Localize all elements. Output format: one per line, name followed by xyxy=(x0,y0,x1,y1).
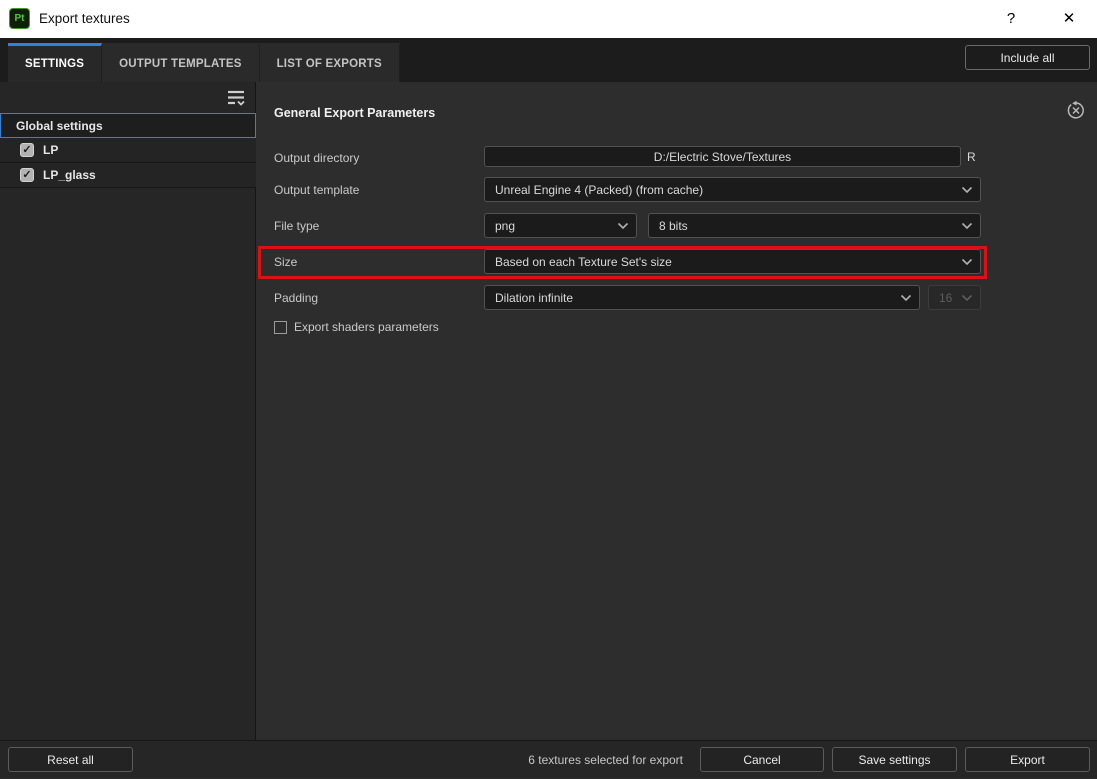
sidebar-item-label: Global settings xyxy=(16,118,103,133)
reset-all-button[interactable]: Reset all xyxy=(8,747,133,772)
chevron-down-icon xyxy=(617,222,629,229)
tabstrip: SETTINGS OUTPUT TEMPLATES LIST OF EXPORT… xyxy=(8,43,400,82)
texture-set-sidebar: Global settings ✓ LP ✓ LP_glass xyxy=(0,82,256,740)
app-icon: Pt xyxy=(9,8,30,29)
size-label: Size xyxy=(274,255,298,269)
output-template-label: Output template xyxy=(274,183,360,197)
tab-bar: SETTINGS OUTPUT TEMPLATES LIST OF EXPORT… xyxy=(0,38,1097,82)
sidebar-item-label: LP_glass xyxy=(43,168,96,182)
export-textures-dialog: Pt Export textures ? ✕ SETTINGS OUTPUT T… xyxy=(0,0,1097,778)
padding-dropdown[interactable]: Dilation infinite xyxy=(484,285,920,310)
output-directory-label: Output directory xyxy=(274,151,360,165)
chevron-down-icon xyxy=(961,258,973,265)
save-settings-button[interactable]: Save settings xyxy=(832,747,957,772)
window-title: Export textures xyxy=(39,11,130,26)
titlebar: Pt Export textures ? ✕ xyxy=(0,0,1097,38)
sidebar-item-global-settings[interactable]: Global settings xyxy=(0,113,256,138)
chevron-down-icon xyxy=(961,186,973,193)
section-title: General Export Parameters xyxy=(274,106,436,120)
lp-glass-checkbox[interactable]: ✓ xyxy=(20,168,34,182)
sidebar-item-label: LP xyxy=(43,143,59,157)
padding-amount-dropdown: 16 xyxy=(928,285,981,310)
export-shaders-row: Export shaders parameters xyxy=(274,320,439,334)
output-directory-suffix: R xyxy=(967,150,976,164)
reset-parameters-icon[interactable] xyxy=(1065,100,1087,122)
export-shaders-label: Export shaders parameters xyxy=(294,320,439,334)
output-template-dropdown[interactable]: Unreal Engine 4 (Packed) (from cache) xyxy=(484,177,981,202)
output-directory-input[interactable] xyxy=(484,146,961,167)
tab-settings[interactable]: SETTINGS xyxy=(8,43,103,82)
filter-icon[interactable] xyxy=(225,87,247,109)
chevron-down-icon xyxy=(961,294,973,301)
include-all-button[interactable]: Include all xyxy=(965,45,1090,70)
file-type-label: File type xyxy=(274,219,320,233)
tab-output-templates[interactable]: OUTPUT TEMPLATES xyxy=(102,43,260,82)
bit-depth-dropdown[interactable]: 8 bits xyxy=(648,213,981,238)
export-shaders-checkbox[interactable] xyxy=(274,320,287,334)
close-icon[interactable]: ✕ xyxy=(1052,0,1086,38)
sidebar-item-lp[interactable]: ✓ LP xyxy=(0,138,256,163)
help-button[interactable]: ? xyxy=(996,0,1026,38)
sidebar-item-lp-glass[interactable]: ✓ LP_glass xyxy=(0,163,256,188)
lp-checkbox[interactable]: ✓ xyxy=(20,143,34,157)
general-export-parameters-panel: General Export Parameters Output directo… xyxy=(257,82,1097,740)
size-dropdown[interactable]: Based on each Texture Set's size xyxy=(484,249,981,274)
chevron-down-icon xyxy=(900,294,912,301)
cancel-button[interactable]: Cancel xyxy=(700,747,824,772)
chevron-down-icon xyxy=(961,222,973,229)
tab-list-of-exports[interactable]: LIST OF EXPORTS xyxy=(259,43,400,82)
export-status-text: 6 textures selected for export xyxy=(528,753,683,767)
export-button[interactable]: Export xyxy=(965,747,1090,772)
file-format-dropdown[interactable]: png xyxy=(484,213,637,238)
padding-label: Padding xyxy=(274,291,319,305)
footer-bar: Reset all 6 textures selected for export… xyxy=(0,740,1097,778)
